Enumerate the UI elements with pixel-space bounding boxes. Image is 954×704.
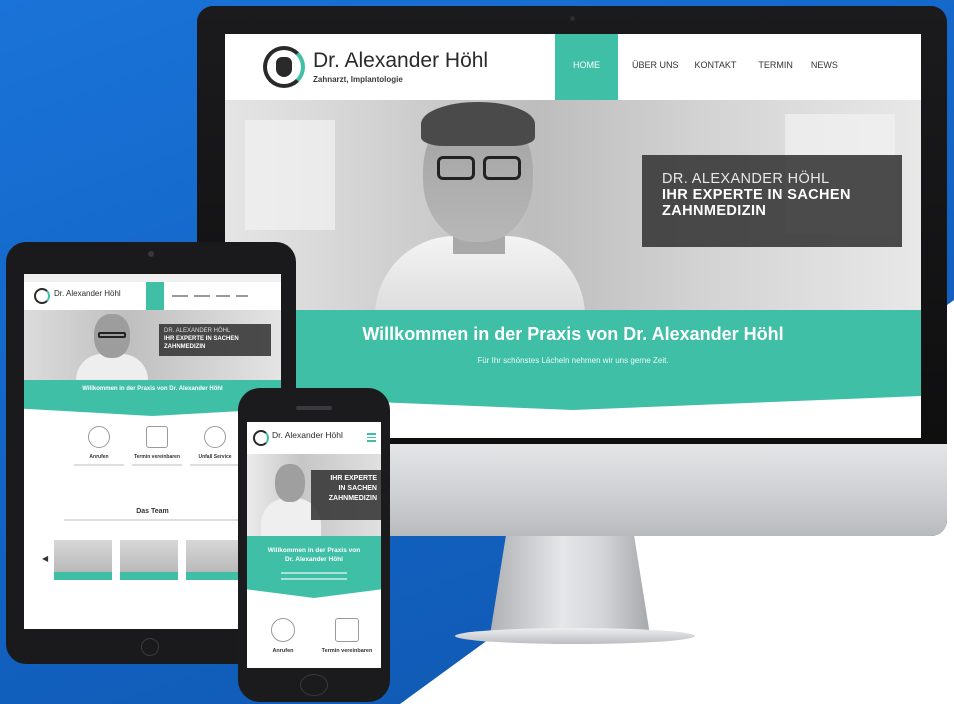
tablet-welcome-title: Willkommen in der Praxis von Dr. Alexand… [82,386,223,392]
desktop-screen: Dr. Alexander Höhl Zahnarzt, Implantolog… [225,34,921,438]
nav-home[interactable]: HOME [555,34,618,100]
welcome-subtitle: Für Ihr schönstes Lächeln nehmen wir uns… [477,356,669,365]
tooth-icon [204,426,226,448]
site-subtitle: Zahnarzt, Implantologie [313,75,403,84]
tablet-nav-home[interactable] [146,282,164,310]
calendar-icon [335,618,359,642]
hero-line-3: ZAHNMEDIZIN [662,203,767,219]
phone-tooth-logo-icon[interactable] [253,430,269,446]
phone-icon [271,618,295,642]
nav-kontakt[interactable]: KONTAKT [695,34,737,100]
hero-image: DR. ALEXANDER HÖHL IHR EXPERTE IN SACHEN… [225,100,921,316]
nav-news[interactable]: NEWS [811,34,838,100]
nav-termin[interactable]: TERMIN [758,34,793,100]
phone-hero-tagline: IHR EXPERTE IN SACHEN ZAHNMEDIZIN [311,470,381,520]
hero-tagline-box: DR. ALEXANDER HÖHL IHR EXPERTE IN SACHEN… [642,155,902,247]
phone-home-button[interactable] [300,674,328,696]
phone-icon [88,426,110,448]
phone-site-name[interactable]: Dr. Alexander Höhl [272,430,343,440]
doctor-portrait [375,102,585,316]
camera-dot [570,16,575,21]
team-photo[interactable] [54,540,112,580]
phone-speaker [296,406,332,410]
team-photo[interactable] [120,540,178,580]
team-carousel [54,540,244,580]
phone-device: Dr. Alexander Höhl IHR EXPERTE IN SACHEN… [238,388,390,702]
phone-welcome-title: Willkommen in der Praxis von Dr. Alexand… [267,547,361,563]
phone-hero: IHR EXPERTE IN SACHEN ZAHNMEDIZIN [247,454,381,536]
phone-header: Dr. Alexander Höhl [247,422,381,454]
calendar-icon [146,426,168,448]
tablet-camera [148,251,154,257]
main-nav: HOME ÜBER UNS KONTAKT TERMIN NEWS [555,34,838,100]
welcome-title: Willkommen in der Praxis von Dr. Alexand… [362,324,784,344]
phone-feature-call[interactable]: Anrufen [253,618,313,654]
monitor-stand [490,535,650,635]
hero-line-1: DR. ALEXANDER HÖHL [662,171,830,187]
tablet-home-button[interactable] [141,638,159,656]
hero-line-2: IHR EXPERTE IN SACHEN [662,187,851,203]
phone-screen: Dr. Alexander Höhl IHR EXPERTE IN SACHEN… [247,422,381,668]
tablet-hero: DR. ALEXANDER HÖHL IHR EXPERTE IN SACHEN… [24,310,281,380]
site-header: Dr. Alexander Höhl Zahnarzt, Implantolog… [225,34,921,100]
phone-feature-appointment[interactable]: Termin vereinbaren [317,618,377,654]
site-name[interactable]: Dr. Alexander Höhl [313,49,488,73]
carousel-prev-icon[interactable]: ◀ [42,554,48,563]
tablet-tooth-logo-icon[interactable] [34,288,50,304]
tablet-header: Dr. Alexander Höhl [24,282,281,310]
tooth-logo-icon[interactable] [263,46,305,88]
tablet-hero-tagline: DR. ALEXANDER HÖHL IHR EXPERTE IN SACHEN… [159,324,271,356]
team-photo[interactable] [186,540,244,580]
nav-ueber-uns[interactable]: ÜBER UNS [632,34,679,100]
hamburger-menu-icon[interactable] [367,433,376,444]
tablet-site-name[interactable]: Dr. Alexander Höhl [54,289,121,298]
monitor-stand-base [455,628,695,644]
